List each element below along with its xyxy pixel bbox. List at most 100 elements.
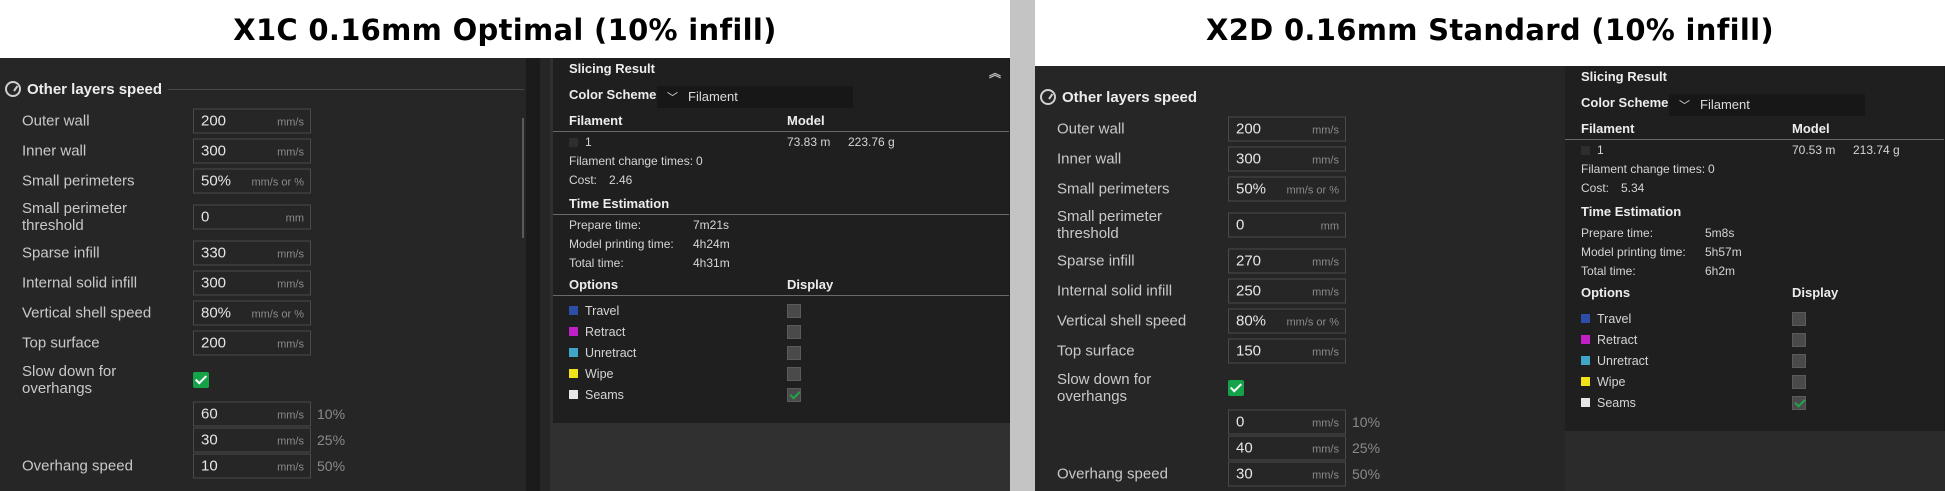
section-title: Other layers speed [1062, 88, 1198, 106]
field-unit: mm/s [1312, 443, 1339, 456]
setting-label: Vertical shell speed [22, 304, 152, 322]
setting-label: Overhang speed [1057, 465, 1168, 483]
small-perimeters-input[interactable]: 50% mm/s or % [193, 168, 311, 194]
wipe-display-checkbox[interactable] [787, 367, 801, 381]
prepare-time-value: 7m21s [693, 218, 730, 232]
overhang-25-input[interactable]: 30 mm/s [193, 427, 311, 453]
option-wipe: Wipe [1565, 371, 1944, 392]
setting-label: Small perimeters [1057, 180, 1170, 198]
internal-solid-infill-input[interactable]: 300 mm/s [193, 270, 311, 296]
setting-row-small-perimeter-threshold: Small perimeter threshold 0 mm [1035, 204, 1565, 246]
vertical-shell-speed-input[interactable]: 80% mm/s or % [193, 300, 311, 326]
speed-settings-pane: Other layers speed Outer wall 200 mm/s In… [0, 58, 540, 491]
panel-title: X2D 0.16mm Standard (10% infill) [1206, 13, 1774, 47]
field-value: 50% [201, 172, 232, 190]
model-time-row: Model printing time: 5h57m [1565, 242, 1944, 261]
unretract-color-swatch [569, 348, 578, 357]
small-perimeter-threshold-input[interactable]: 0 mm [193, 204, 311, 230]
unretract-display-checkbox[interactable] [787, 346, 801, 360]
setting-label: Small perimeter threshold [1057, 208, 1163, 242]
seams-display-checkbox[interactable] [1792, 396, 1806, 410]
setting-row-internal-solid-infill: Internal solid infill 250 mm/s [1035, 276, 1565, 306]
retract-display-checkbox[interactable] [1792, 333, 1806, 347]
field-unit: mm/s or % [251, 176, 304, 189]
total-time-row: Total time: 6h2m [1565, 261, 1944, 280]
vertical-shell-speed-input[interactable]: 80% mm/s or % [1228, 308, 1346, 334]
sparse-infill-input[interactable]: 330 mm/s [193, 240, 311, 266]
overhang-speed-row-10: 0 mm/s 10% [1035, 409, 1565, 435]
inner-wall-input[interactable]: 300 mm/s [1228, 146, 1346, 172]
prepare-time-label: Prepare time: [1581, 226, 1654, 240]
settings-scrollbar[interactable] [526, 58, 540, 491]
setting-label: Small perimeter threshold [22, 200, 128, 234]
setting-row-small-perimeters: Small perimeters 50% mm/s or % [0, 166, 540, 196]
overhang-10-input[interactable]: 0 mm/s [1228, 409, 1346, 435]
top-surface-input[interactable]: 150 mm/s [1228, 338, 1346, 364]
setting-label: Sparse infill [22, 244, 100, 262]
time-estimation-title: Time Estimation [569, 196, 670, 211]
color-scheme-dropdown[interactable]: ﹀ Filament [657, 86, 853, 108]
seams-color-swatch [1581, 398, 1590, 407]
small-perimeter-threshold-input[interactable]: 0 mm [1228, 212, 1346, 238]
field-value: 30 [1236, 465, 1253, 483]
overhang-percent-label: 50% [1352, 466, 1381, 482]
options-header: Options [569, 277, 619, 292]
travel-display-checkbox[interactable] [1792, 312, 1806, 326]
slow-down-overhangs-checkbox[interactable] [193, 371, 209, 388]
seams-display-checkbox[interactable] [787, 388, 801, 402]
slow-down-overhangs-checkbox[interactable] [1228, 379, 1244, 396]
setting-row-slow-down-overhangs: Slow down for overhangs [0, 358, 540, 401]
color-scheme-value: Filament [1700, 97, 1750, 112]
field-unit: mm/s or % [1286, 184, 1339, 197]
inner-wall-input[interactable]: 300 mm/s [193, 138, 311, 164]
settings-scroll-thumb[interactable] [522, 118, 524, 238]
field-unit: mm/s [1312, 346, 1339, 359]
field-unit: mm/s [1312, 469, 1339, 482]
setting-label: Vertical shell speed [1057, 312, 1187, 330]
options-header: Options [1581, 285, 1631, 300]
option-label: Retract [585, 325, 626, 339]
field-value: 200 [201, 112, 227, 130]
field-unit: mm/s [1312, 417, 1339, 430]
setting-label: Sparse infill [1057, 252, 1135, 270]
outer-wall-input[interactable]: 200 mm/s [1228, 116, 1346, 142]
overhang-50-input[interactable]: 30 mm/s [1228, 461, 1346, 487]
setting-row-top-surface: Top surface 150 mm/s [1035, 336, 1565, 366]
top-surface-input[interactable]: 200 mm/s [193, 330, 311, 356]
unretract-color-swatch [1581, 356, 1590, 365]
option-label: Unretract [1597, 354, 1649, 368]
setting-label: Outer wall [22, 112, 90, 130]
option-unretract: Unretract [553, 342, 1009, 363]
speed-settings-pane: Other layers speed Outer wall 200 mm/s In… [1035, 66, 1565, 491]
option-travel: Travel [553, 300, 1009, 321]
result-header: Slicing Result ︽ [553, 58, 1009, 82]
setting-row-sparse-infill: Sparse infill 330 mm/s [0, 238, 540, 268]
overhang-speed-row-10: 60 mm/s 10% [0, 401, 540, 427]
field-unit: mm/s [1312, 286, 1339, 299]
total-time-label: Total time: [569, 256, 624, 270]
collapse-chevron-icon[interactable]: ︽ [989, 62, 1001, 84]
wipe-display-checkbox[interactable] [1792, 375, 1806, 389]
overhang-10-input[interactable]: 60 mm/s [193, 401, 311, 427]
travel-color-swatch [569, 306, 578, 315]
unretract-display-checkbox[interactable] [1792, 354, 1806, 368]
overhang-25-input[interactable]: 40 mm/s [1228, 435, 1346, 461]
travel-display-checkbox[interactable] [787, 304, 801, 318]
speedometer-icon [5, 81, 21, 97]
option-retract: Retract [553, 321, 1009, 342]
section-header: Other layers speed [5, 78, 162, 100]
model-time-value: 5h57m [1705, 245, 1742, 259]
overhang-50-input[interactable]: 10 mm/s [193, 453, 311, 479]
section-title: Other layers speed [27, 80, 163, 98]
outer-wall-input[interactable]: 200 mm/s [193, 108, 311, 134]
color-scheme-dropdown[interactable]: ﹀ Filament [1669, 94, 1865, 116]
result-title: Slicing Result [569, 61, 655, 76]
sparse-infill-input[interactable]: 270 mm/s [1228, 248, 1346, 274]
small-perimeters-input[interactable]: 50% mm/s or % [1228, 176, 1346, 202]
slicer-window: Other layers speed Outer wall 200 mm/s In… [1035, 66, 1945, 491]
model-time-row: Model printing time: 4h24m [553, 234, 1009, 253]
wipe-color-swatch [569, 369, 578, 378]
retract-display-checkbox[interactable] [787, 325, 801, 339]
internal-solid-infill-input[interactable]: 250 mm/s [1228, 278, 1346, 304]
setting-label: Slow down for overhangs [22, 362, 117, 397]
